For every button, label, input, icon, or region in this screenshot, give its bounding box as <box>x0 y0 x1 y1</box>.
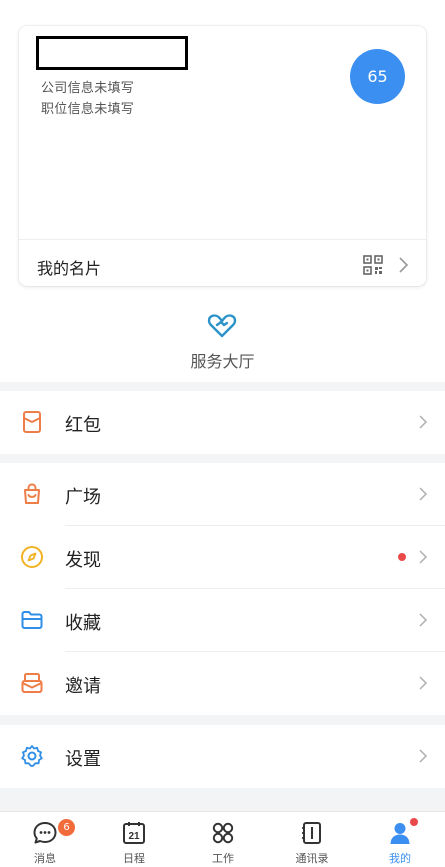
red-envelope-icon <box>23 411 41 433</box>
shopping-bag-icon <box>24 483 40 504</box>
folder-icon <box>21 611 43 629</box>
top-area: 公司信息未填写 职位信息未填写 65 我的名片 服务大厅 <box>0 0 445 382</box>
tab-work[interactable]: 工作 <box>183 812 263 867</box>
tab-label-work: 工作 <box>212 852 234 865</box>
menu-group-main: 广场 发现 收藏 邀请 <box>0 463 445 715</box>
chevron-right-icon <box>399 257 409 273</box>
chevron-right-icon <box>419 487 428 501</box>
envelope-icon <box>21 673 43 693</box>
chevron-right-icon <box>419 550 428 564</box>
person-icon <box>390 823 410 844</box>
tab-schedule[interactable]: 21 日程 <box>94 812 174 867</box>
notification-dot <box>410 818 418 826</box>
company-info: 公司信息未填写 <box>41 81 135 96</box>
menu-group-redpacket: 红包 <box>0 391 445 454</box>
tab-label-me: 我的 <box>389 852 411 865</box>
name-redaction-box <box>36 36 188 70</box>
unread-badge: 6 <box>57 818 76 837</box>
tab-contacts[interactable]: 通讯录 <box>272 812 352 867</box>
menu-label-shoucang: 收藏 <box>65 613 101 634</box>
position-info: 职位信息未填写 <box>41 102 135 117</box>
chevron-right-icon <box>419 749 428 763</box>
menu-item-shezhi[interactable]: 设置 <box>0 725 445 788</box>
chevron-right-icon <box>419 415 428 429</box>
bottom-tab-bar: 6 消息 21 日程 工作 通讯录 我的 <box>0 811 445 867</box>
qr-code-icon[interactable] <box>363 255 383 275</box>
menu-item-shoucang[interactable]: 收藏 <box>0 589 445 652</box>
heart-handshake-icon <box>207 314 237 338</box>
compass-icon <box>21 546 43 568</box>
tab-label-messages: 消息 <box>34 852 56 865</box>
calendar-icon: 21 <box>123 822 145 844</box>
menu-item-faxian[interactable]: 发现 <box>0 526 445 589</box>
menu-item-yaoqing[interactable]: 邀请 <box>0 652 445 715</box>
gear-icon <box>21 745 43 767</box>
tab-label-contacts: 通讯录 <box>295 852 329 865</box>
menu-label-guangchang: 广场 <box>65 487 101 508</box>
service-hall-entry[interactable]: 服务大厅 <box>0 310 445 371</box>
my-business-card-label[interactable]: 我的名片 <box>37 255 101 279</box>
tab-label-schedule: 日程 <box>123 852 145 865</box>
calendar-day-number: 21 <box>128 831 140 842</box>
chat-bubble-icon <box>33 822 57 844</box>
menu-label-hongbao: 红包 <box>65 415 101 436</box>
menu-group-settings: 设置 <box>0 725 445 788</box>
menu-item-guangchang[interactable]: 广场 <box>0 463 445 526</box>
menu-label-shezhi: 设置 <box>65 749 101 770</box>
service-hall-label: 服务大厅 <box>190 352 255 371</box>
card-divider <box>19 239 426 240</box>
menu-item-hongbao[interactable]: 红包 <box>0 391 445 454</box>
tab-messages[interactable]: 6 消息 <box>5 812 85 867</box>
avatar[interactable]: 65 <box>350 49 405 104</box>
chevron-right-icon <box>419 676 428 690</box>
address-book-icon <box>302 822 321 844</box>
profile-card[interactable]: 公司信息未填写 职位信息未填写 65 我的名片 <box>19 26 426 286</box>
apps-grid-icon <box>212 822 234 844</box>
chevron-right-icon <box>419 613 428 627</box>
tab-me[interactable]: 我的 <box>360 812 440 867</box>
notification-dot <box>398 553 406 561</box>
menu-label-faxian: 发现 <box>65 550 101 571</box>
menu-label-yaoqing: 邀请 <box>65 676 101 697</box>
